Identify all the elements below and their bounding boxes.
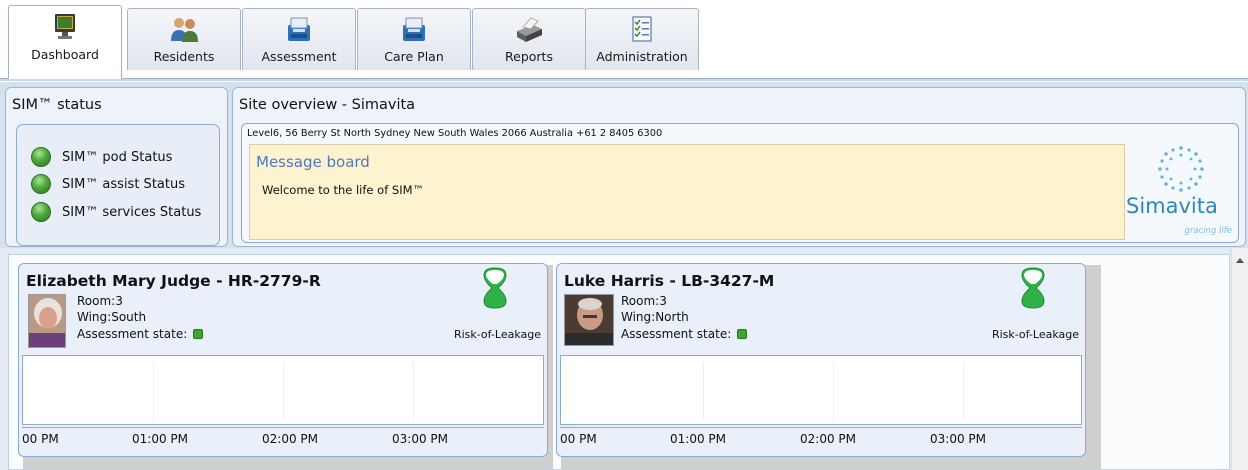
message-board: Message board Welcome to the life of SIM… bbox=[249, 144, 1125, 240]
timeline-tick-label: 02:00 PM bbox=[800, 432, 856, 446]
logo-wordmark: Simavita bbox=[1126, 194, 1218, 218]
status-led-icon bbox=[31, 202, 51, 222]
tab-label: Assessment bbox=[261, 49, 337, 64]
tab-dashboard[interactable]: Dashboard bbox=[8, 5, 122, 79]
tab-residents[interactable]: Residents bbox=[127, 8, 241, 70]
residents-list: Elizabeth Mary Judge - HR-2779-R Room:3 … bbox=[8, 254, 1230, 470]
tab-label: Care Plan bbox=[384, 49, 444, 64]
tab-label: Administration bbox=[596, 49, 688, 64]
timeline-tick-label: 00 PM bbox=[560, 432, 597, 446]
printer-icon bbox=[517, 17, 542, 42]
sim-assist-status: SIM™ assist Status bbox=[31, 173, 185, 195]
tab-divider bbox=[0, 78, 1248, 81]
monitor-icon bbox=[55, 14, 75, 39]
timeline-tick-label: 01:00 PM bbox=[670, 432, 726, 446]
activity-timeline bbox=[22, 355, 544, 425]
activity-timeline bbox=[560, 355, 1082, 425]
people-icon bbox=[171, 18, 198, 42]
checklist-icon bbox=[632, 16, 652, 42]
sim-status-list: SIM™ pod Status SIM™ assist Status SIM™ … bbox=[16, 124, 220, 246]
timeline-gridline bbox=[833, 362, 834, 420]
status-led-icon bbox=[31, 174, 51, 194]
timeline-tick-label: 03:00 PM bbox=[930, 432, 986, 446]
timeline-gridline bbox=[963, 362, 964, 420]
risk-of-leakage-label: Risk-of-Leakage bbox=[991, 328, 1079, 341]
tab-label: Dashboard bbox=[31, 47, 99, 62]
timeline-gridline bbox=[413, 362, 414, 420]
sim-status-title: SIM™ status bbox=[12, 97, 102, 113]
resident-wing: Wing:North bbox=[621, 310, 689, 324]
scroll-up-arrow-icon[interactable] bbox=[1236, 258, 1244, 263]
assessment-icon bbox=[288, 17, 310, 41]
assessment-state-indicator bbox=[193, 329, 204, 339]
tab-assessment[interactable]: Assessment bbox=[242, 8, 356, 70]
sim-status-label: SIM™ pod Status bbox=[62, 149, 173, 165]
site-overview-panel: Site overview - Simavita Level6, 56 Berr… bbox=[232, 87, 1246, 247]
assessment-state-indicator bbox=[737, 329, 748, 339]
residents-area: Elizabeth Mary Judge - HR-2779-R Room:3 … bbox=[0, 248, 1248, 470]
assessment-state-label: Assessment state: bbox=[621, 327, 732, 341]
timeline-tick-label: 00 PM bbox=[22, 432, 59, 446]
simavita-logo: Simavita gracing life bbox=[1118, 144, 1236, 244]
assessment-state: Assessment state: bbox=[77, 327, 204, 341]
site-info-box: Level6, 56 Berry St North Sydney New Sou… bbox=[241, 123, 1239, 243]
sim-status-label: SIM™ services Status bbox=[62, 204, 202, 220]
resident-name: Elizabeth Mary Judge - HR-2779-R bbox=[26, 272, 321, 290]
tab-label: Residents bbox=[153, 49, 215, 64]
message-board-title: Message board bbox=[256, 153, 370, 171]
tab-administration[interactable]: Administration bbox=[585, 8, 699, 70]
resident-room: Room:3 bbox=[77, 294, 123, 308]
assessment-state-label: Assessment state: bbox=[77, 327, 188, 341]
timeline-tick-label: 01:00 PM bbox=[132, 432, 188, 446]
sim-services-status: SIM™ services Status bbox=[31, 201, 201, 223]
timeline-gridline bbox=[703, 362, 704, 420]
timeline-gridline bbox=[153, 362, 154, 420]
timeline-tick-label: 02:00 PM bbox=[262, 432, 318, 446]
resident-photo bbox=[28, 294, 66, 348]
site-overview-title: Site overview - Simavita bbox=[239, 97, 416, 113]
timeline-gridline bbox=[283, 362, 284, 420]
tab-care-plan[interactable]: Care Plan bbox=[357, 8, 471, 70]
sunburst-icon bbox=[1158, 146, 1204, 192]
residents-scrollbar[interactable] bbox=[1231, 248, 1248, 470]
assessment-state: Assessment state: bbox=[621, 327, 748, 341]
timeline-tick-label: 03:00 PM bbox=[392, 432, 448, 446]
logo-tagline: gracing life bbox=[1184, 226, 1232, 236]
site-address: Level6, 56 Berry St North Sydney New Sou… bbox=[247, 128, 663, 139]
resident-photo bbox=[564, 294, 614, 346]
message-board-text: Welcome to the life of SIM™ bbox=[262, 183, 425, 197]
risk-of-leakage-icon bbox=[483, 267, 507, 309]
main-tab-bar: Dashboard Residents Assessment Care Plan bbox=[0, 0, 1248, 79]
sim-status-panel: SIM™ status SIM™ pod Status SIM™ assist … bbox=[5, 87, 228, 247]
risk-of-leakage-label: Risk-of-Leakage bbox=[453, 328, 541, 341]
resident-wing: Wing:South bbox=[77, 310, 147, 324]
resident-card[interactable]: Elizabeth Mary Judge - HR-2779-R Room:3 … bbox=[18, 263, 548, 457]
status-led-icon bbox=[31, 147, 51, 167]
risk-of-leakage-icon bbox=[1021, 267, 1045, 309]
sim-pod-status: SIM™ pod Status bbox=[31, 146, 172, 168]
resident-room: Room:3 bbox=[621, 294, 667, 308]
timeline-axis: 00 PM 01:00 PM 02:00 PM 03:00 PM bbox=[560, 427, 1082, 453]
sim-status-label: SIM™ assist Status bbox=[62, 176, 185, 192]
timeline-axis: 00 PM 01:00 PM 02:00 PM 03:00 PM bbox=[22, 427, 544, 453]
resident-name: Luke Harris - LB-3427-M bbox=[564, 272, 775, 290]
status-overview-area: SIM™ status SIM™ pod Status SIM™ assist … bbox=[0, 82, 1248, 248]
tab-reports[interactable]: Reports bbox=[472, 8, 586, 70]
tab-label: Reports bbox=[505, 49, 553, 64]
resident-card[interactable]: Luke Harris - LB-3427-M Room:3 Wing:Nort… bbox=[556, 263, 1086, 457]
care-plan-icon bbox=[403, 17, 425, 41]
